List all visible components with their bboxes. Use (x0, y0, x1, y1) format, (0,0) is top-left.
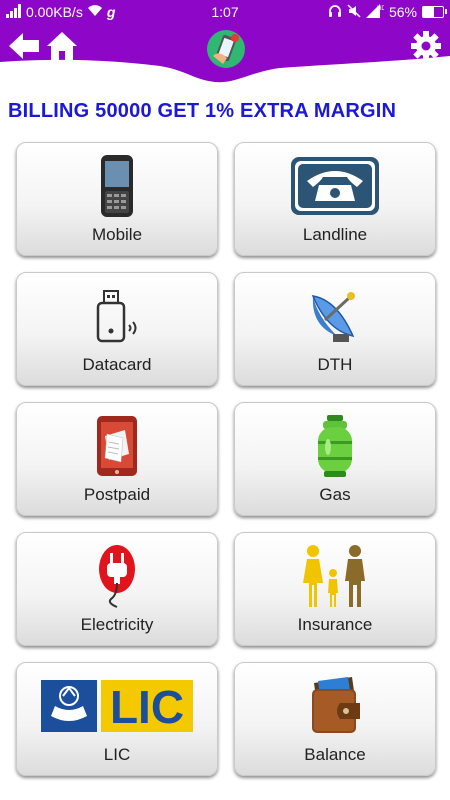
mobile-phone-icon (17, 151, 217, 221)
wallet-icon (235, 671, 435, 741)
electric-plug-icon (17, 541, 217, 611)
tile-landline[interactable]: Landline (234, 142, 436, 256)
tile-dth[interactable]: DTH (234, 272, 436, 386)
tile-gas[interactable]: Gas (234, 402, 436, 516)
tile-label: Insurance (297, 615, 373, 634)
tile-label: Datacard (82, 355, 152, 374)
gas-cylinder-icon (235, 411, 435, 481)
tile-label: LIC (103, 745, 131, 764)
family-insurance-icon (235, 541, 435, 611)
service-grid: Mobile Landline Datacard DTH Postpaid Ga… (0, 0, 450, 800)
tile-electricity[interactable]: Electricity (16, 532, 218, 646)
tile-label: Postpaid (83, 485, 151, 504)
postpaid-bill-icon (17, 411, 217, 481)
tile-label: Landline (302, 225, 368, 244)
datacard-icon (17, 281, 217, 351)
landline-phone-icon (235, 151, 435, 221)
tile-label: DTH (317, 355, 353, 374)
tile-datacard[interactable]: Datacard (16, 272, 218, 386)
tile-label: Gas (319, 485, 351, 504)
tile-label: Mobile (91, 225, 143, 244)
tile-lic[interactable]: LIC LIC (16, 662, 218, 776)
tile-mobile[interactable]: Mobile (16, 142, 218, 256)
tile-insurance[interactable]: Insurance (234, 532, 436, 646)
tile-balance[interactable]: Balance (234, 662, 436, 776)
satellite-dish-icon (235, 281, 435, 351)
tile-postpaid[interactable]: Postpaid (16, 402, 218, 516)
tile-label: Balance (304, 745, 366, 764)
tile-label: Electricity (80, 615, 154, 634)
lic-logo-icon: LIC (17, 671, 217, 741)
lic-logo-text: LIC (110, 681, 184, 733)
